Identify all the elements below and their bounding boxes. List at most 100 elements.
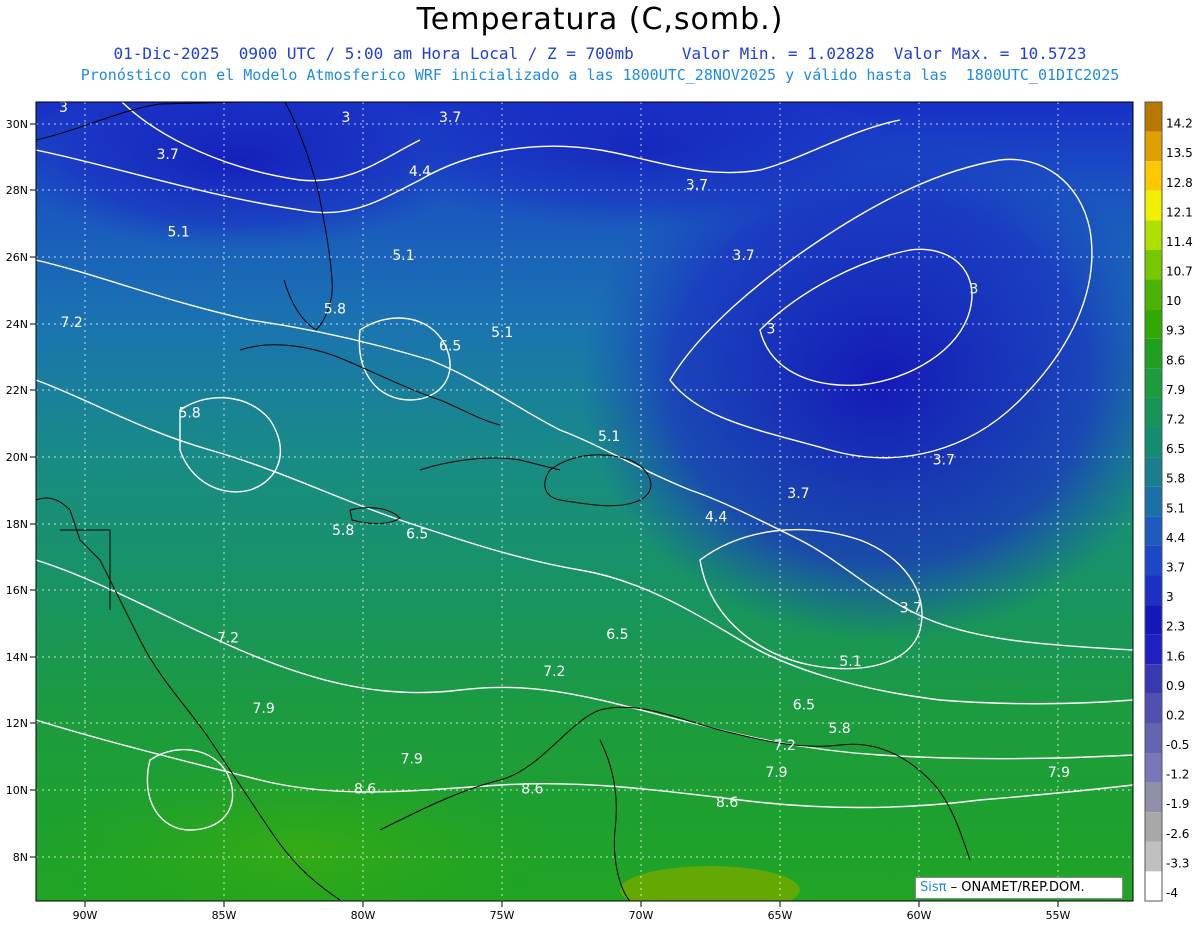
lat-tick-label: 16N bbox=[6, 584, 28, 597]
contour-label: 6.5 bbox=[793, 698, 815, 714]
legend-value-label: -1.9 bbox=[1166, 797, 1189, 811]
legend-value-label: 12.1 bbox=[1166, 205, 1193, 219]
legend-value-label: 6.5 bbox=[1166, 442, 1185, 456]
legend-swatch bbox=[1145, 753, 1162, 783]
legend-value-label: -1.2 bbox=[1166, 768, 1189, 782]
legend-swatch bbox=[1145, 723, 1162, 754]
contour-label: 7.2 bbox=[217, 631, 239, 647]
contour-label: 3.7 bbox=[157, 147, 179, 163]
lon-tick-label: 60W bbox=[907, 909, 932, 922]
contour-label: 7.9 bbox=[1048, 765, 1070, 781]
sispi-logo-text: Sisπ bbox=[920, 880, 947, 895]
legend-swatch bbox=[1145, 397, 1162, 428]
contour-label: 3 bbox=[767, 322, 776, 338]
lon-tick-label: 80W bbox=[351, 909, 376, 922]
legend-swatch bbox=[1145, 782, 1162, 813]
lon-tick-label: 65W bbox=[768, 909, 793, 922]
legend-swatch bbox=[1145, 161, 1162, 191]
credit-box: Sisπ – ONAMET/REP.DOM. bbox=[915, 877, 1123, 899]
legend-swatch bbox=[1145, 309, 1162, 339]
contour-label: 5.1 bbox=[167, 224, 189, 240]
legend-value-label: 4.4 bbox=[1166, 531, 1185, 545]
legend-value-label: 14.2 bbox=[1166, 117, 1193, 131]
lon-tick-label: 90W bbox=[73, 909, 98, 922]
legend-value-label: 1.6 bbox=[1166, 649, 1185, 663]
contour-label: 8.6 bbox=[354, 782, 376, 798]
contour-label: 7.2 bbox=[543, 664, 565, 680]
legend-swatch bbox=[1145, 427, 1162, 458]
contour-label: 6.5 bbox=[439, 338, 461, 354]
lat-tick-label: 20N bbox=[6, 451, 28, 464]
legend-swatch bbox=[1145, 871, 1162, 901]
contour-label: 4.4 bbox=[409, 164, 431, 180]
legend-swatch bbox=[1145, 575, 1162, 606]
legend-value-label: 5.8 bbox=[1166, 472, 1185, 486]
legend-value-label: 10.7 bbox=[1166, 265, 1193, 279]
longitude-axis: 90W 85W 80W 75W 70W 65W 60W 55W bbox=[73, 901, 1071, 922]
legend-swatch bbox=[1145, 664, 1162, 694]
lat-tick-label: 22N bbox=[6, 384, 28, 397]
contour-label: 3.7 bbox=[933, 453, 955, 469]
contour-label: 3 bbox=[341, 110, 350, 126]
contour-label: 7.9 bbox=[765, 765, 787, 781]
legend-value-label: 11.4 bbox=[1166, 235, 1193, 249]
contour-label: 6.5 bbox=[406, 526, 428, 542]
legend-value-label: 7.9 bbox=[1166, 383, 1185, 397]
legend-value-label: 7.2 bbox=[1166, 413, 1185, 427]
legend-value-label: 0.9 bbox=[1166, 679, 1185, 693]
shaded-field: 33 3.73.74.43.75.15.1 3.735.87.25.1 36.55.8… bbox=[36, 102, 1133, 901]
contour-label: 7.2 bbox=[774, 738, 796, 754]
legend-swatch bbox=[1145, 605, 1162, 635]
legend-value-label: -0.5 bbox=[1166, 738, 1189, 752]
contour-label: 3.7 bbox=[439, 110, 461, 126]
legend-swatch bbox=[1145, 131, 1162, 162]
legend-value-label: 9.3 bbox=[1166, 324, 1185, 338]
lat-tick-label: 14N bbox=[6, 651, 28, 664]
legend-value-label: 10 bbox=[1166, 294, 1181, 308]
lat-tick-label: 26N bbox=[6, 251, 28, 264]
legend-swatch bbox=[1145, 190, 1162, 221]
lat-tick-label: 8N bbox=[13, 851, 28, 864]
lon-tick-label: 75W bbox=[490, 909, 515, 922]
contour-label: 5.8 bbox=[332, 523, 354, 539]
contour-label: 5.8 bbox=[828, 721, 850, 737]
contour-label: 7.9 bbox=[401, 751, 423, 767]
legend-value-label: -3.3 bbox=[1166, 856, 1189, 870]
contour-label: 3 bbox=[969, 281, 978, 297]
contour-label: 3.7 bbox=[787, 486, 809, 502]
legend-swatch bbox=[1145, 457, 1162, 487]
legend-swatch bbox=[1145, 693, 1162, 724]
temperature-map: 3 3 3.7 3.7 4.4 3.7 5.1 5.1 3.7 3 5.8 7.2 5.1 3 6.5 5.8… bbox=[6, 101, 1193, 922]
contour-label: 5.1 bbox=[839, 654, 861, 670]
contour-label: 4.4 bbox=[705, 510, 727, 526]
latitude-axis: 30N 28N 26N 24N 22N 20N 18N 16N 14N 12N … bbox=[6, 118, 36, 864]
legend-value-label: -2.6 bbox=[1166, 827, 1189, 841]
legend-swatch bbox=[1145, 812, 1162, 842]
lat-tick-label: 18N bbox=[6, 518, 28, 531]
legend-value-label: 3 bbox=[1166, 590, 1174, 604]
lat-tick-label: 12N bbox=[6, 717, 28, 730]
contour-label: 5.1 bbox=[392, 248, 414, 264]
legend-swatch bbox=[1145, 545, 1162, 576]
legend-value-label: 13.5 bbox=[1166, 146, 1193, 160]
legend-swatch bbox=[1145, 279, 1162, 310]
legend-value-label: 0.2 bbox=[1166, 708, 1185, 722]
contour-label: 3.7 bbox=[732, 248, 754, 264]
contour-label: 5.8 bbox=[324, 302, 346, 318]
lon-tick-label: 85W bbox=[212, 909, 237, 922]
color-legend: 14.2 13.5 12.8 12.1 11.4 10.7 10 9.3 8.6 7.9 7.2 6.… bbox=[1144, 101, 1193, 902]
legend-swatch bbox=[1145, 486, 1162, 517]
legend-swatch bbox=[1145, 102, 1162, 132]
contour-label: 5.1 bbox=[491, 325, 513, 341]
contour-label: 7.2 bbox=[61, 315, 83, 331]
contour-label: 7.9 bbox=[252, 701, 274, 717]
contour-label: 3.7 bbox=[900, 600, 922, 616]
legend-value-label: -4 bbox=[1166, 886, 1178, 900]
contour-label: 3.7 bbox=[686, 177, 708, 193]
credit-org: – ONAMET/REP.DOM. bbox=[946, 880, 1085, 895]
legend-swatch bbox=[1145, 249, 1162, 280]
legend-value-label: 8.6 bbox=[1166, 353, 1185, 367]
lon-tick-label: 55W bbox=[1046, 909, 1071, 922]
lat-tick-label: 10N bbox=[6, 784, 28, 797]
contour-label: 5.8 bbox=[178, 406, 200, 422]
